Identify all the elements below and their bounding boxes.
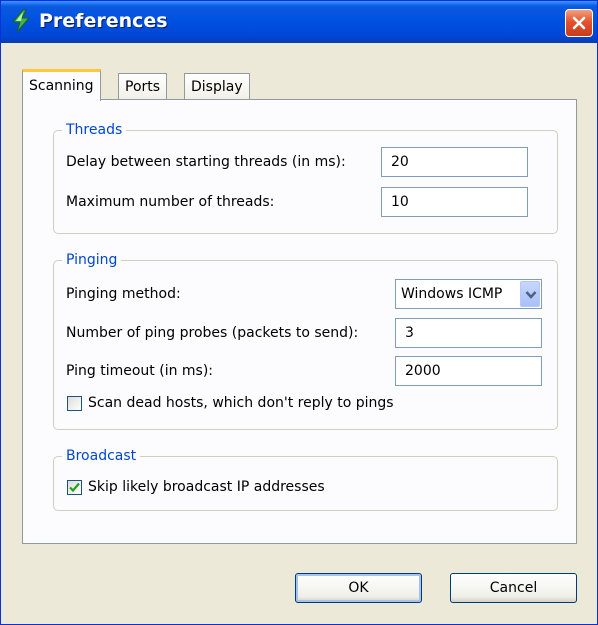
pinging-method-value: Windows ICMP [401, 286, 503, 302]
threads-groupbox: Threads Delay between starting threads (… [53, 121, 558, 234]
tab-ports[interactable]: Ports [118, 73, 168, 101]
ping-probes-field[interactable]: 3 [395, 318, 542, 348]
tab-display[interactable]: Display [184, 73, 250, 101]
lightning-bolt-icon [9, 9, 33, 33]
scan-dead-hosts-checkbox[interactable] [67, 396, 82, 411]
pinging-groupbox: Pinging Pinging method: Windows ICMP Num… [53, 251, 558, 430]
skip-broadcast-label[interactable]: Skip likely broadcast IP addresses [88, 478, 325, 496]
tab-label: Scanning [29, 78, 94, 94]
cancel-button[interactable]: Cancel [450, 573, 577, 603]
close-button[interactable] [565, 9, 593, 37]
scanning-tab-panel: Threads Delay between starting threads (… [22, 99, 577, 544]
max-threads-label: Maximum number of threads: [66, 194, 275, 210]
ping-timeout-label: Ping timeout (in ms): [66, 363, 214, 379]
skip-broadcast-checkbox[interactable] [67, 480, 82, 495]
close-icon [572, 16, 586, 30]
broadcast-legend: Broadcast [62, 447, 141, 465]
preferences-dialog: Preferences Scanning Ports Display Threa… [0, 0, 598, 625]
checkmark-icon [69, 482, 80, 493]
tab-label: Ports [125, 79, 161, 95]
scan-dead-hosts-label[interactable]: Scan dead hosts, which don't reply to pi… [88, 394, 394, 412]
delay-field[interactable]: 20 [381, 147, 528, 177]
dialog-client-area: Scanning Ports Display Threads Delay bet… [4, 43, 594, 622]
ping-probes-label: Number of ping probes (packets to send): [66, 325, 359, 341]
pinging-method-select[interactable]: Windows ICMP [395, 279, 542, 309]
pinging-legend: Pinging [62, 251, 122, 269]
chevron-down-icon [525, 291, 537, 299]
window-title: Preferences [39, 10, 168, 32]
threads-legend: Threads [62, 121, 127, 139]
tab-scanning[interactable]: Scanning [22, 69, 101, 101]
ping-timeout-field[interactable]: 2000 [395, 356, 542, 386]
delay-label: Delay between starting threads (in ms): [66, 154, 346, 170]
title-bar[interactable]: Preferences [1, 1, 597, 43]
tab-label: Display [191, 79, 243, 95]
max-threads-field[interactable]: 10 [381, 187, 528, 217]
ok-button[interactable]: OK [295, 573, 422, 603]
dropdown-button[interactable] [520, 281, 540, 307]
pinging-method-label: Pinging method: [66, 286, 181, 302]
broadcast-groupbox: Broadcast Skip likely broadcast IP addre… [53, 447, 558, 511]
